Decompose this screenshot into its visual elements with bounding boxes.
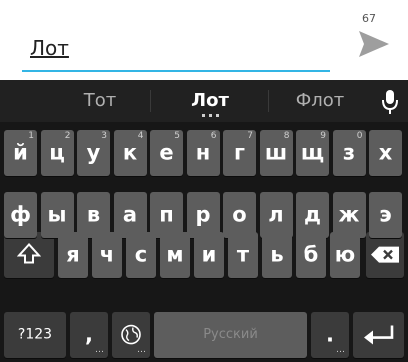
more-suggestions-dots <box>152 114 268 118</box>
space-key-label: Русский <box>203 327 258 343</box>
shift-key[interactable] <box>4 232 54 278</box>
period-key-label: . <box>326 322 334 347</box>
suggestion-1[interactable]: Тот <box>50 80 150 122</box>
key-8-row3-label: ю <box>334 242 356 267</box>
symbols-key[interactable]: ?123 <box>4 312 66 358</box>
key-9-row1-hint: 0 <box>356 131 363 141</box>
char-counter: 67 <box>362 12 376 25</box>
key-9-row1[interactable]: з0 <box>332 130 366 176</box>
compose-area: Лот 67 <box>0 0 408 80</box>
key-1-row3[interactable]: ч <box>92 232 122 278</box>
key-9-row2-label: ж <box>338 202 360 227</box>
key-7-row3-label: б <box>303 242 319 267</box>
suggestion-3[interactable]: Флот <box>270 80 370 122</box>
key-1-row1[interactable]: ц2 <box>40 130 74 176</box>
key-4-row1-label: е <box>159 140 174 165</box>
key-5-row2-label: р <box>195 202 211 227</box>
key-9-row1-label: з <box>342 140 356 165</box>
shift-icon <box>4 241 54 267</box>
key-1-row3-label: ч <box>99 242 115 267</box>
key-6-row1-hint: 7 <box>247 131 253 141</box>
key-3-row1-hint: 4 <box>137 131 144 141</box>
message-input-underline <box>22 70 330 72</box>
comma-key-label: , <box>85 322 93 347</box>
enter-key[interactable] <box>353 312 404 358</box>
key-7-row1-hint: 8 <box>283 131 290 141</box>
space-key[interactable]: Русский <box>154 312 307 358</box>
language-more-dots: … <box>137 345 146 355</box>
backspace-icon <box>366 246 404 264</box>
key-4-row2-label: п <box>159 202 174 227</box>
key-5-row3-label: т <box>236 242 250 267</box>
key-1-row1-hint: 2 <box>64 131 71 141</box>
suggestion-divider <box>268 90 269 112</box>
message-input-text[interactable]: Лот <box>30 36 69 60</box>
key-0-row2[interactable]: ф <box>4 192 37 238</box>
key-2-row2-label: в <box>86 202 101 227</box>
key-4-row3[interactable]: и <box>194 232 224 278</box>
key-6-row1-label: г <box>234 140 245 165</box>
key-10-row2[interactable]: э <box>369 192 402 238</box>
key-0-row1-label: й <box>13 140 28 165</box>
send-icon[interactable] <box>356 26 392 62</box>
key-1-row2-label: ы <box>47 202 67 227</box>
key-6-row2-label: о <box>232 202 247 227</box>
key-8-row3[interactable]: ю <box>330 232 360 278</box>
key-7-row2-label: л <box>268 202 284 227</box>
key-4-row3-label: и <box>201 242 217 267</box>
key-6-row1[interactable]: г7 <box>223 130 256 176</box>
key-5-row1[interactable]: н6 <box>186 130 220 176</box>
key-8-row2-label: д <box>304 202 321 227</box>
key-1-row1-label: ц <box>49 140 65 165</box>
key-0-row1[interactable]: й1 <box>4 130 37 176</box>
key-10-row2-label: э <box>379 202 392 227</box>
comma-key[interactable]: , … <box>70 312 108 358</box>
key-6-row3[interactable]: ь <box>262 232 292 278</box>
key-7-row3[interactable]: б <box>296 232 326 278</box>
key-2-row3[interactable]: с <box>126 232 156 278</box>
key-3-row1[interactable]: к4 <box>113 130 147 176</box>
suggestion-2-label: Лот <box>191 90 229 111</box>
key-3-row1-label: к <box>122 140 138 165</box>
key-0-row2-label: ф <box>10 202 31 227</box>
key-3-row3-label: м <box>166 242 184 267</box>
key-10-row1-label: х <box>378 140 393 165</box>
key-2-row1-label: у <box>86 140 101 165</box>
key-2-row1-hint: 3 <box>101 131 107 141</box>
key-2-row1[interactable]: у3 <box>77 130 110 176</box>
key-8-row1[interactable]: щ9 <box>296 130 329 176</box>
key-8-row1-label: щ <box>300 140 325 165</box>
key-2-row3-label: с <box>134 242 148 267</box>
period-more-dots: … <box>336 345 345 355</box>
globe-icon <box>112 324 150 346</box>
key-0-row1-hint: 1 <box>28 131 34 141</box>
key-5-row3[interactable]: т <box>228 232 258 278</box>
suggestion-divider <box>150 90 151 112</box>
language-key[interactable]: … <box>112 312 150 358</box>
key-0-row3-label: я <box>66 242 80 267</box>
key-3-row2-label: а <box>122 202 138 227</box>
suggestion-2[interactable]: Лот <box>152 80 268 122</box>
key-5-row1-label: н <box>195 140 211 165</box>
key-0-row3[interactable]: я <box>58 232 88 278</box>
key-5-row1-hint: 6 <box>210 131 217 141</box>
key-7-row1-label: ш <box>264 140 288 165</box>
key-4-row1[interactable]: е5 <box>150 130 183 176</box>
symbols-key-label: ?123 <box>17 326 53 343</box>
key-7-row1[interactable]: ш8 <box>259 130 293 176</box>
backspace-key[interactable] <box>366 232 404 278</box>
key-10-row1[interactable]: х <box>369 130 402 176</box>
key-3-row3[interactable]: м <box>160 232 190 278</box>
period-key[interactable]: . … <box>311 312 349 358</box>
suggestion-strip: Тот Лот Флот <box>0 80 408 122</box>
comma-more-dots: … <box>95 345 104 355</box>
microphone-icon[interactable] <box>380 88 400 116</box>
key-4-row1-hint: 5 <box>174 131 180 141</box>
enter-icon <box>353 324 404 346</box>
key-6-row3-label: ь <box>270 242 284 267</box>
key-8-row1-hint: 9 <box>320 131 326 141</box>
